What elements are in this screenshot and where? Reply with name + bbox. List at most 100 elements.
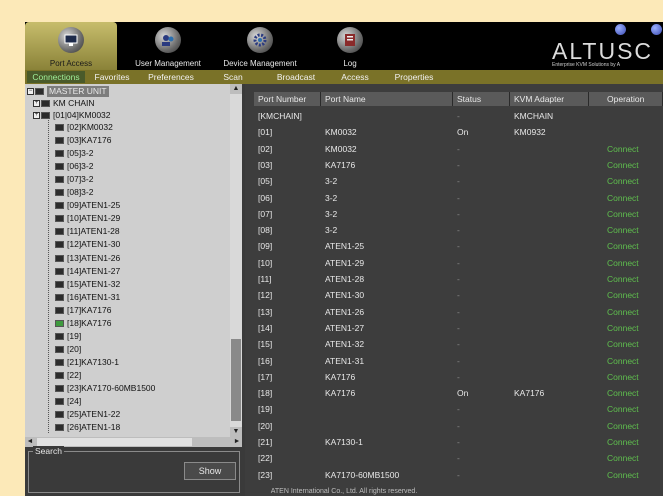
table-row[interactable]: [05] 3-2 - Connect [254,173,663,189]
show-button[interactable]: Show [184,462,236,480]
connect-link[interactable]: Connect [607,320,639,336]
user-management-label: User Management [135,59,201,68]
table-row[interactable]: [23] KA7170-60MB1500 - Connect [254,467,663,483]
scrollbar-thumb[interactable] [37,438,192,446]
table-row[interactable]: [21] KA7130-1 - Connect [254,434,663,450]
cell-status: - [457,176,460,187]
connect-link[interactable]: Connect [607,222,639,238]
collapse-icon[interactable]: − [27,88,34,95]
scroll-down-arrow-icon[interactable]: ▼ [230,427,242,437]
connect-link[interactable]: Connect [607,385,639,401]
scroll-right-arrow-icon[interactable]: ► [232,437,242,447]
tab-preferences[interactable]: Preferences [141,71,201,83]
scroll-up-arrow-icon[interactable]: ▲ [230,84,242,94]
connect-link[interactable]: Connect [607,336,639,352]
connect-link[interactable]: Connect [607,401,639,417]
table-row[interactable]: [09] ATEN1-25 - Connect [254,238,663,254]
device-management-button[interactable]: Device Management [215,22,305,70]
help-icon[interactable] [615,24,626,35]
cell-status: - [457,453,460,464]
column-header-status[interactable]: Status [453,92,510,106]
tab-access[interactable]: Access [333,71,377,83]
cell-port-number: [09] [258,241,273,252]
cell-port-name: KM0032 [325,127,357,138]
port-computer-icon [55,215,64,223]
cell-status: - [457,371,460,382]
table-row[interactable]: [08] 3-2 - Connect [254,222,663,238]
connect-link[interactable]: Connect [607,353,639,369]
table-row[interactable]: [03] KA7176 - Connect [254,157,663,173]
table-row[interactable]: [10] ATEN1-29 - Connect [254,255,663,271]
search-input[interactable] [33,463,177,479]
table-row[interactable]: [KMCHAIN] - KMCHAIN [254,108,663,124]
log-button[interactable]: Log [305,22,395,70]
table-row[interactable]: [16] ATEN1-31 - Connect [254,353,663,369]
port-computer-icon [55,385,64,392]
connect-link[interactable]: Connect [607,304,639,320]
connect-link[interactable]: Connect [607,434,639,450]
table-row[interactable]: [07] 3-2 - Connect [254,206,663,222]
table-row[interactable]: [14] ATEN1-27 - Connect [254,320,663,336]
tree-port-label: [14]ATEN1-27 [67,265,121,276]
tab-scan[interactable]: Scan [215,71,251,83]
table-row[interactable]: [02] KM0032 - Connect [254,141,663,157]
cell-status: - [457,111,460,121]
table-row[interactable]: [12] ATEN1-30 - Connect [254,287,663,303]
column-header-operation[interactable]: Operation [589,92,663,106]
port-computer-icon [55,358,64,366]
connect-link[interactable]: Connect [607,238,639,254]
table-row[interactable]: [13] ATEN1-26 - Connect [254,304,663,320]
cell-port-number: [16] [258,355,273,366]
expand-icon[interactable]: + [33,112,40,119]
table-row[interactable]: [11] ATEN1-28 - Connect [254,271,663,287]
port-access-button[interactable]: Port Access [25,22,117,70]
tree-port-label: [02]KM0032 [67,122,113,132]
cell-port-name: ATEN1-26 [325,306,365,317]
connect-link[interactable]: Connect [607,190,639,206]
top-toolbar: Port Access User Management Device Manag… [25,22,663,70]
tree-port-label: [17]KA7176 [67,304,112,315]
table-header: Port Number Port Name Status KVM Adapter… [254,92,663,106]
cell-port-number: [19] [258,404,273,415]
connect-link[interactable]: Connect [607,173,639,189]
table-row[interactable]: [18] KA7176 On KA7176 Connect [254,385,663,401]
table-row[interactable]: [22] - Connect [254,450,663,466]
table-row[interactable]: [15] ATEN1-32 - Connect [254,336,663,352]
column-header-kvm-adapter[interactable]: KVM Adapter [510,92,589,106]
connect-link[interactable]: Connect [607,141,639,157]
connect-link[interactable]: Connect [607,450,639,466]
exit-icon[interactable] [651,24,662,35]
search-group: Search Show [28,446,240,493]
expand-icon[interactable]: + [33,100,40,107]
scrollbar-thumb[interactable] [231,339,241,421]
cell-port-name: 3-2 [325,176,338,187]
table-row[interactable]: [01] KM0032 On KM0932 [254,124,663,140]
column-header-port-number[interactable]: Port Number [254,92,321,106]
port-computer-icon [55,345,64,353]
cell-kvm-adapter: KMCHAIN [514,111,554,121]
table-row[interactable]: [19] - Connect [254,401,663,417]
cell-status: - [457,469,460,480]
connect-link[interactable]: Connect [607,287,639,303]
connect-link[interactable]: Connect [607,206,639,222]
tab-connections[interactable]: Connections [27,71,85,83]
port-table: Port Number Port Name Status KVM Adapter… [254,92,663,487]
connect-link[interactable]: Connect [607,418,639,434]
tab-broadcast[interactable]: Broadcast [269,71,323,83]
connect-link[interactable]: Connect [607,271,639,287]
table-row[interactable]: [17] KA7176 - Connect [254,369,663,385]
table-row[interactable]: [06] 3-2 - Connect [254,190,663,206]
tab-properties[interactable]: Properties [387,71,441,83]
table-row[interactable]: [20] - Connect [254,418,663,434]
connect-link[interactable]: Connect [607,255,639,271]
port-tree[interactable]: − MASTER UNIT + KM CHAIN + [01|04]KM0032… [25,84,230,437]
tab-favorites[interactable]: Favorites [87,71,137,83]
port-computer-icon [55,319,64,327]
user-management-button[interactable]: User Management [123,22,213,70]
connect-link[interactable]: Connect [607,369,639,385]
tree-vertical-scrollbar[interactable]: ▲ ▼ [230,84,242,437]
connect-link[interactable]: Connect [607,467,639,483]
cell-port-number: [KMCHAIN] [258,111,302,121]
column-header-port-name[interactable]: Port Name [321,92,453,106]
connect-link[interactable]: Connect [607,157,639,173]
